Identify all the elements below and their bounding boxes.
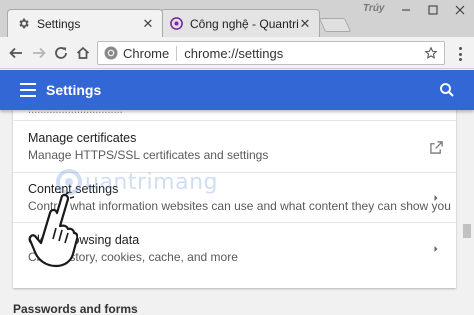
back-arrow-icon[interactable] xyxy=(6,43,26,63)
chevron-right-icon[interactable] xyxy=(429,242,443,256)
gear-icon xyxy=(16,17,30,31)
menu-more-icon[interactable] xyxy=(454,45,466,63)
close-icon[interactable]: ✕ xyxy=(299,16,311,31)
tab-quantrimang[interactable]: Công nghệ - Quantrimang ✕ xyxy=(160,9,320,37)
tab-title: Settings xyxy=(37,16,81,31)
row-subtitle: Manage HTTPS/SSL certificates and settin… xyxy=(28,148,269,162)
close-window-icon[interactable] xyxy=(446,0,473,20)
cut-off-text: ............................... xyxy=(28,110,123,116)
close-icon[interactable]: ✕ xyxy=(142,16,154,31)
row-subtitle: Clear history, cookies, cache, and more xyxy=(28,250,238,264)
address-bar[interactable]: Chrome chrome://settings xyxy=(97,41,445,65)
advanced-settings-card: ............................... Manage c… xyxy=(13,110,456,288)
forward-arrow-icon[interactable] xyxy=(29,43,49,63)
browser-toolbar: Chrome chrome://settings xyxy=(0,37,474,69)
row-title: Clear browsing data xyxy=(28,233,140,247)
external-link-icon[interactable] xyxy=(429,140,443,154)
row-content-settings[interactable]: Content settings Control what informatio… xyxy=(13,172,456,222)
url-text[interactable]: chrome://settings xyxy=(177,46,422,61)
omnibox-chip: Chrome xyxy=(123,45,178,61)
tab-strip: Settings ✕ Công nghệ - Quantrimang ✕ Trú… xyxy=(0,0,474,37)
minimize-icon[interactable] xyxy=(392,0,419,20)
row-title: Content settings xyxy=(28,182,119,196)
hamburger-menu-icon[interactable] xyxy=(20,83,36,97)
chrome-logo-icon xyxy=(104,46,118,60)
tab-settings[interactable]: Settings ✕ xyxy=(7,9,163,37)
profile-label[interactable]: Trúy xyxy=(363,3,385,14)
settings-header: Settings xyxy=(0,70,474,110)
new-tab-button[interactable] xyxy=(318,18,352,32)
bookmark-star-icon[interactable] xyxy=(422,44,440,62)
row-clear-browsing-data[interactable]: Clear browsing data Clear history, cooki… xyxy=(13,222,456,274)
tab-title: Công nghệ - Quantrimang xyxy=(190,16,299,31)
page-title: Settings xyxy=(46,82,102,98)
row-subtitle: Control what information websites can us… xyxy=(28,199,451,213)
scrollbar[interactable] xyxy=(460,110,474,315)
home-icon[interactable] xyxy=(73,43,93,63)
scrollbar-thumb[interactable] xyxy=(463,224,471,238)
reload-icon[interactable] xyxy=(51,43,71,63)
settings-content: ............................... Manage c… xyxy=(0,110,460,315)
section-heading: Passwords and forms xyxy=(13,302,138,315)
search-icon[interactable] xyxy=(438,81,456,99)
quantrimang-icon xyxy=(169,17,183,31)
row-manage-certificates[interactable]: Manage certificates Manage HTTPS/SSL cer… xyxy=(13,120,456,172)
chevron-right-icon[interactable] xyxy=(429,191,443,205)
row-title: Manage certificates xyxy=(28,131,137,145)
maximize-icon[interactable] xyxy=(419,0,446,20)
